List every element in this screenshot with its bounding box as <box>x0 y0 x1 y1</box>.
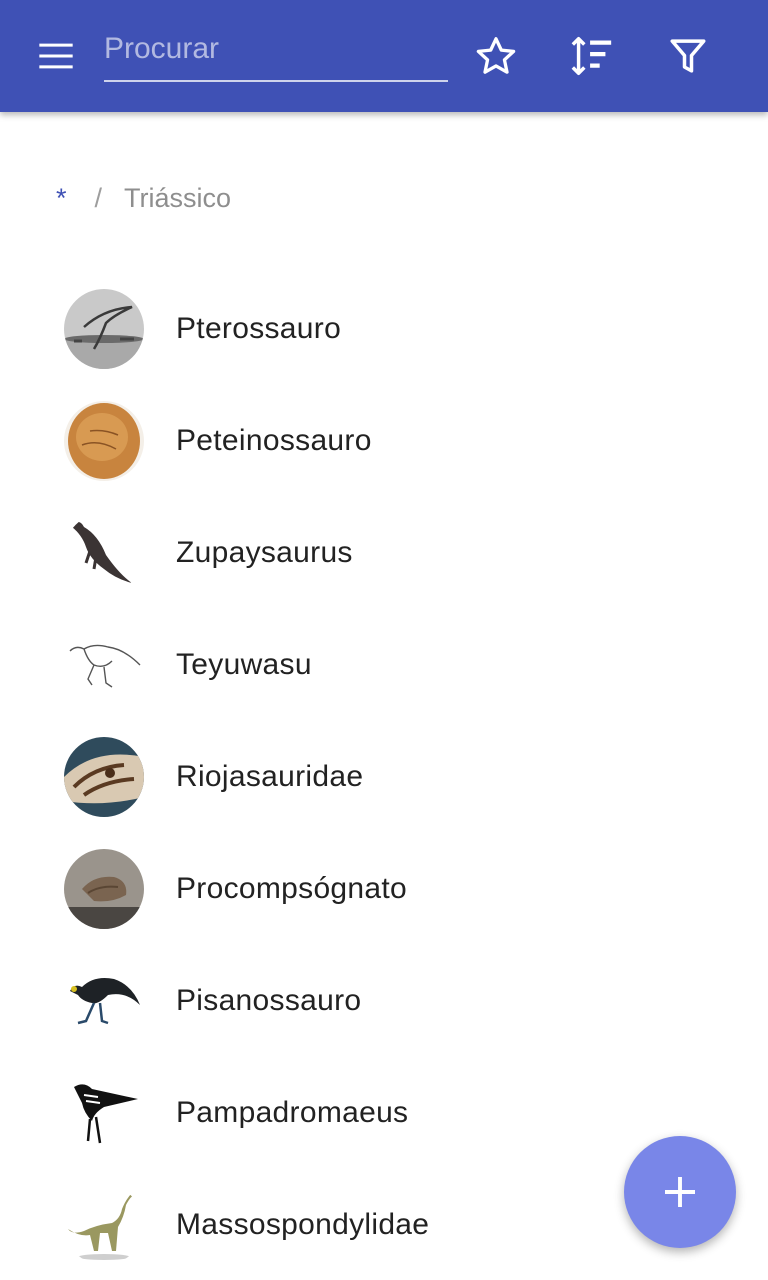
favorites-button[interactable] <box>464 24 528 88</box>
item-label: Teyuwasu <box>176 648 312 681</box>
dinosaur-thumbnail <box>64 961 144 1041</box>
dinosaur-thumbnail <box>64 1073 144 1153</box>
item-label: Pisanossauro <box>176 984 362 1017</box>
list-item-teyuwasu[interactable]: Teyuwasu <box>0 609 768 721</box>
dinosaur-sketch-thumbnail <box>64 625 144 705</box>
skull-fossil-thumbnail <box>64 737 144 817</box>
breadcrumb: * / Triássico <box>52 178 231 218</box>
species-list: Pterossauro Peteinossauro Zupaysaurus Te… <box>0 273 768 1280</box>
search-input[interactable] <box>104 22 448 76</box>
list-item-pterossauro[interactable]: Pterossauro <box>0 273 768 385</box>
breadcrumb-root[interactable]: * <box>52 183 71 214</box>
list-item-peteinossauro[interactable]: Peteinossauro <box>0 385 768 497</box>
pterosaur-thumbnail <box>64 289 144 369</box>
star-icon <box>476 37 516 74</box>
list-item-procompsognato[interactable]: Procompsógnato <box>0 833 768 945</box>
item-label: Pampadromaeus <box>176 1096 409 1129</box>
list-item-pisanossauro[interactable]: Pisanossauro <box>0 945 768 1057</box>
menu-button[interactable] <box>24 24 88 88</box>
breadcrumb-current: Triássico <box>124 182 232 213</box>
plus-icon <box>665 1177 695 1207</box>
item-label: Pterossauro <box>176 312 342 345</box>
list-item-zupaysaurus[interactable]: Zupaysaurus <box>0 497 768 609</box>
dinosaur-thumbnail <box>64 513 144 593</box>
fossil-thumbnail <box>64 849 144 929</box>
fossil-slab-thumbnail <box>64 401 144 481</box>
item-label: Procompsógnato <box>176 872 408 905</box>
filter-button[interactable] <box>656 24 720 88</box>
item-label: Massospondylidae <box>176 1208 430 1241</box>
item-label: Zupaysaurus <box>176 536 353 569</box>
add-button[interactable] <box>624 1136 736 1248</box>
filter-icon <box>670 39 706 73</box>
list-item-riojasauridae[interactable]: Riojasauridae <box>0 721 768 833</box>
sort-button[interactable] <box>560 24 624 88</box>
top-app-bar <box>0 0 768 112</box>
dinosaur-thumbnail <box>64 1185 144 1265</box>
breadcrumb-separator: / <box>94 182 103 213</box>
search-field <box>104 22 448 82</box>
app-root: * / Triássico Pterossauro <box>0 0 768 1280</box>
sort-icon <box>571 37 612 75</box>
menu-icon <box>39 43 73 69</box>
item-label: Riojasauridae <box>176 760 364 793</box>
item-label: Peteinossauro <box>176 424 372 457</box>
